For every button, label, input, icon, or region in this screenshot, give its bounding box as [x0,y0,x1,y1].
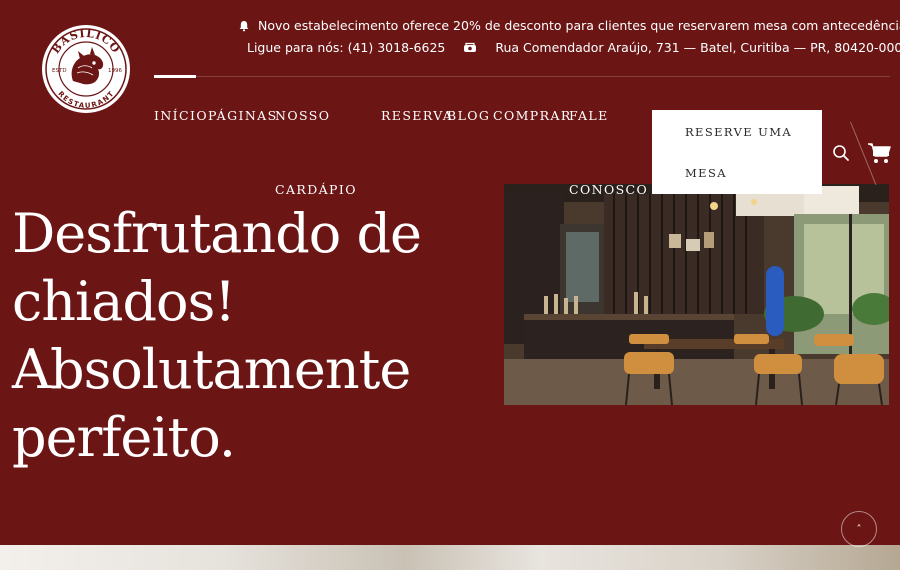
next-section-image [0,545,900,570]
nav-reserva[interactable]: RESERVA [381,108,453,123]
nav-nosso-cardapio[interactable]: NOSSO [275,108,330,123]
hero-title: Desfrutando de chiados! Absolutamente pe… [12,202,422,469]
dropdown-item-mesa[interactable]: MESA [685,166,727,180]
chevron-up-icon: ˄ [856,523,862,535]
nav-cardapio[interactable]: CARDÁPIO [275,182,357,197]
nav-blog[interactable]: BLOG [447,108,490,123]
header-divider [154,76,890,77]
nav-comprar[interactable]: COMPRAR [493,108,572,123]
logo-left-text: ESTD [52,68,67,74]
scroll-to-top-button[interactable]: ˄ [841,511,877,547]
logo-right-text: 1996 [108,68,122,74]
restaurant-logo[interactable]: BASILICO RESTAURANT ESTD 1996 [40,23,132,115]
dropdown-item-reserve-uma[interactable]: RESERVE UMA [685,125,792,139]
nav-fale-conosco[interactable]: FALE [569,108,609,123]
nav-inicio[interactable]: INÍCIO [154,108,208,123]
phone-text[interactable]: Ligue para nós: (41) 3018-6625 [247,40,445,55]
bell-icon [239,20,249,31]
contact-info: Ligue para nós: (41) 3018-6625 Rua Comen… [247,40,900,55]
nav-paginas[interactable]: PÁGINAS [208,108,278,123]
nav-conosco[interactable]: CONOSCO [569,182,648,197]
phone-icon [464,42,477,52]
address-text[interactable]: Rua Comendador Araújo, 731 — Batel, Curi… [495,40,900,55]
reserva-dropdown: RESERVE UMA MESA [652,110,822,194]
search-icon[interactable] [832,144,850,162]
active-nav-indicator [154,75,196,78]
cart-icon[interactable] [867,142,891,164]
restaurant-interior-photo [504,184,889,405]
promo-text: Novo estabelecimento oferece 20% de desc… [258,18,900,33]
address-block: Rua Comendador Araújo, 731 — Batel, Curi… [463,40,900,55]
promo-banner: Novo estabelecimento oferece 20% de desc… [238,18,900,33]
